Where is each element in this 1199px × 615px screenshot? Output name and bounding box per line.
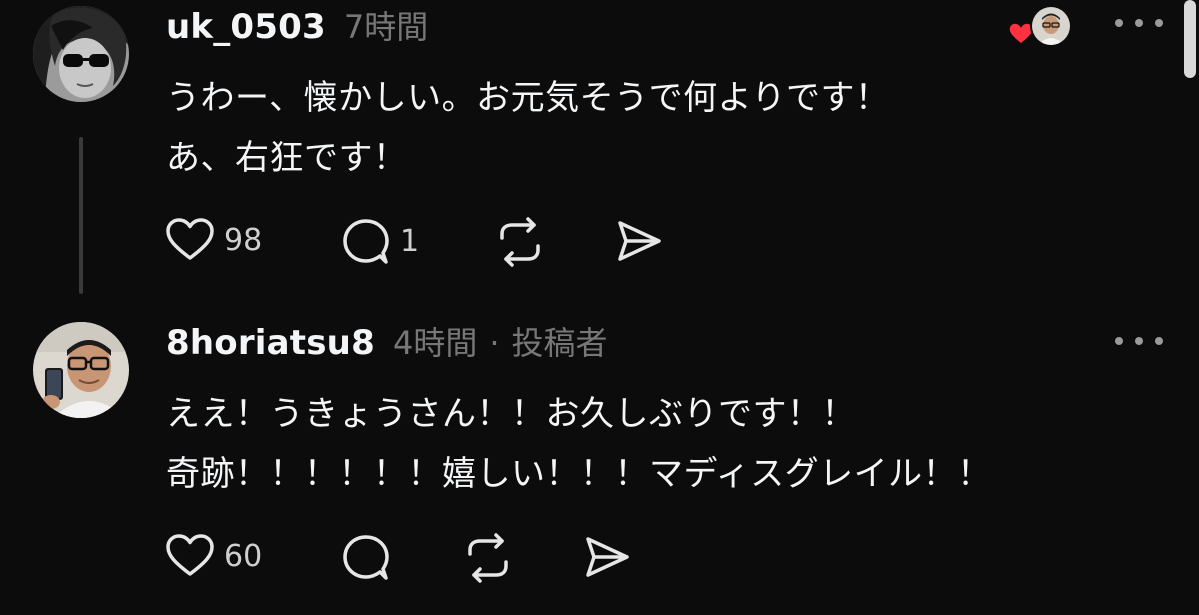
paper-plane-icon xyxy=(586,537,629,577)
heart-outline-icon xyxy=(166,218,214,260)
thread-connector-line xyxy=(79,137,83,294)
like-count: 98 xyxy=(224,222,263,258)
like-button[interactable]: 98 xyxy=(164,216,262,264)
repost-arrows-icon xyxy=(500,217,540,267)
reply-button[interactable] xyxy=(340,532,392,582)
comment-text-line: ええ！うきょうさん！！お久しぶりです！！ xyxy=(166,394,856,434)
author-tag: 投稿者 xyxy=(511,324,608,362)
avatar-8horiatsu8[interactable] xyxy=(33,322,129,418)
comment-text-line: 奇跡！！！！！！嬉しい！！！マディスグレイル！！ xyxy=(166,454,992,494)
scrollbar[interactable] xyxy=(1184,0,1196,78)
comment-text-line: うわー、懐かしい。お元気そうで何よりです！ xyxy=(166,78,890,118)
avatar-uk-0503[interactable] xyxy=(33,6,129,102)
share-button[interactable] xyxy=(614,218,664,264)
repost-button[interactable] xyxy=(492,216,548,268)
comment-header: 8horiatsu8 4時間 · 投稿者 xyxy=(166,318,608,364)
username[interactable]: uk_0503 xyxy=(166,7,326,47)
heart-outline-icon xyxy=(166,534,214,576)
share-button[interactable] xyxy=(582,534,632,580)
comment-text-line: あ、右狂です！ xyxy=(166,138,408,178)
like-button[interactable]: 60 xyxy=(164,532,262,580)
speech-bubble-icon xyxy=(343,219,389,264)
comment-header: uk_0503 7時間 xyxy=(166,2,428,48)
more-dots-icon[interactable] xyxy=(1115,334,1163,348)
repost-arrows-icon xyxy=(468,533,508,583)
reply-count: 1 xyxy=(400,223,420,259)
username[interactable]: 8horiatsu8 xyxy=(166,323,375,363)
reply-button[interactable]: 1 xyxy=(340,216,419,266)
speech-bubble-icon xyxy=(343,535,389,580)
timestamp: 4時間 xyxy=(392,324,478,362)
author-liked-avatar xyxy=(1030,5,1072,47)
paper-plane-icon xyxy=(618,221,661,261)
timestamp: 7時間 xyxy=(343,8,429,46)
separator-dot: · xyxy=(489,324,500,362)
repost-button[interactable] xyxy=(460,532,516,584)
more-dots-icon[interactable] xyxy=(1115,16,1163,30)
like-count: 60 xyxy=(224,538,263,574)
